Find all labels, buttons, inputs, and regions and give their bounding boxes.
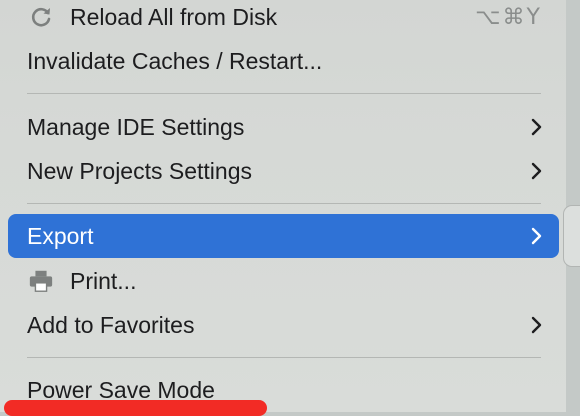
chevron-right-icon <box>531 227 542 245</box>
export-submenu-edge <box>563 205 580 267</box>
file-menu: Reload All from Disk ⌥⌘Y Invalidate Cach… <box>0 0 566 412</box>
menu-separator <box>27 203 541 204</box>
menu-item-print[interactable]: Print... <box>8 259 559 303</box>
menu-separator <box>27 93 541 94</box>
menu-separator <box>27 357 541 358</box>
menu-item-new-projects-settings[interactable]: New Projects Settings <box>8 149 559 193</box>
menu-item-label: Reload All from Disk <box>70 3 278 30</box>
menu-item-label: Print... <box>70 267 137 294</box>
menu-item-manage-ide-settings[interactable]: Manage IDE Settings <box>8 105 559 149</box>
menu-item-export[interactable]: Export <box>8 214 559 258</box>
printer-icon <box>28 268 54 294</box>
reload-icon <box>28 4 54 30</box>
menu-item-label: Export <box>27 222 94 249</box>
menu-item-label: New Projects Settings <box>27 157 252 184</box>
shortcut-label: ⌥⌘Y <box>475 4 542 30</box>
menu-item-invalidate-caches[interactable]: Invalidate Caches / Restart... <box>8 39 559 83</box>
menu-item-add-to-favorites[interactable]: Add to Favorites <box>8 303 559 347</box>
menu-item-label: Invalidate Caches / Restart... <box>27 47 323 74</box>
menu-item-label: Add to Favorites <box>27 311 195 338</box>
menu-item-reload-all-from-disk[interactable]: Reload All from Disk ⌥⌘Y <box>8 0 559 39</box>
annotation-highlight <box>4 400 267 416</box>
menu-item-label: Manage IDE Settings <box>27 113 245 140</box>
chevron-right-icon <box>531 162 542 180</box>
chevron-right-icon <box>531 316 542 334</box>
chevron-right-icon <box>531 118 542 136</box>
